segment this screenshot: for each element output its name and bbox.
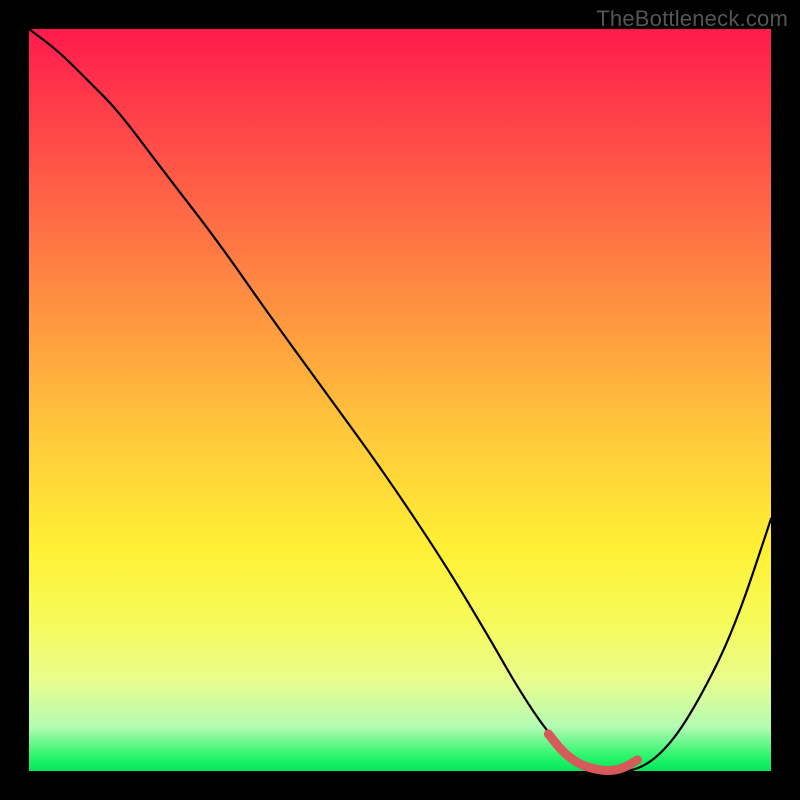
chart-plot-area (29, 29, 771, 771)
chart-curve-svg (29, 29, 771, 771)
valley-highlight (548, 734, 637, 771)
main-curve (29, 29, 771, 771)
